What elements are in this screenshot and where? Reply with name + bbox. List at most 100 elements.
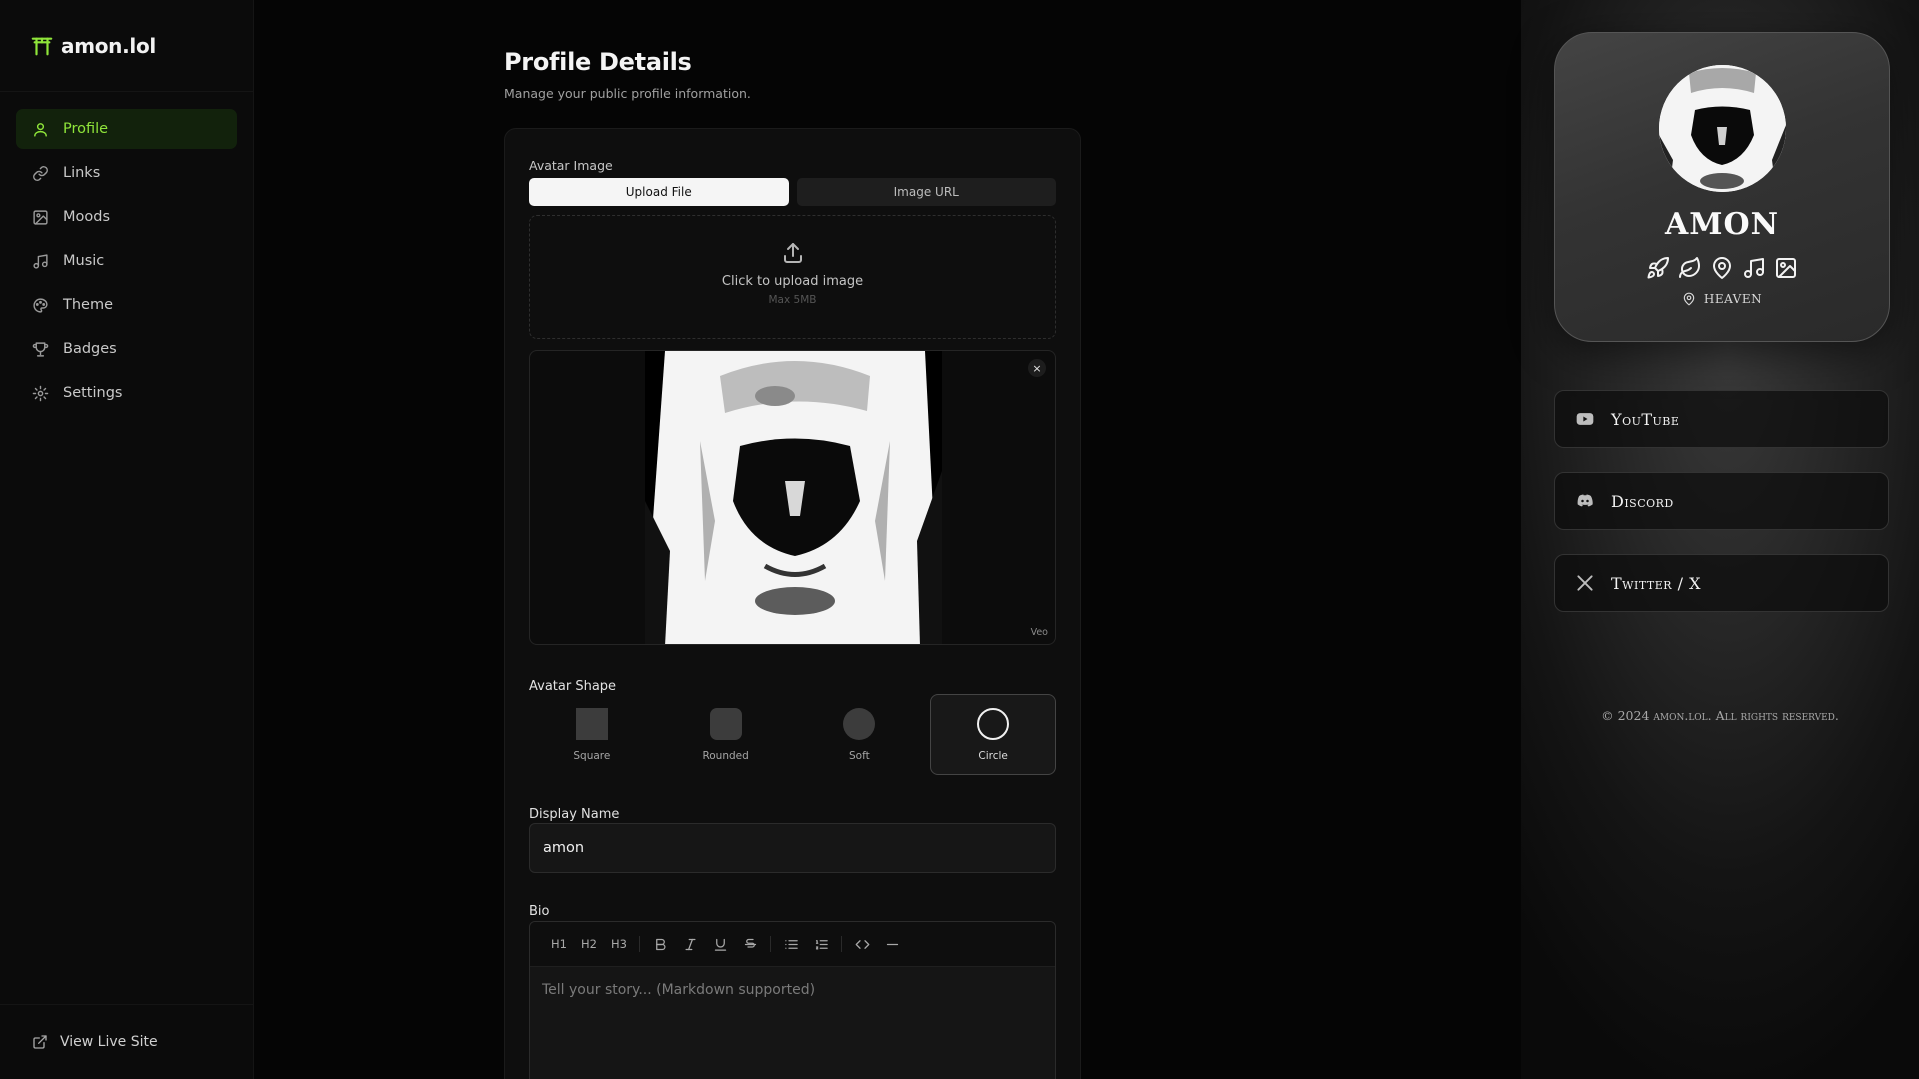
display-name-input[interactable]: amon — [529, 823, 1056, 873]
sidebar-item-label: Profile — [63, 121, 109, 137]
shape-option-label: Soft — [849, 750, 870, 762]
avatar-source-toggle: Upload File Image URL — [529, 178, 1056, 206]
image-url-tab[interactable]: Image URL — [796, 178, 1056, 206]
external-link-icon — [33, 1035, 47, 1049]
avatar-shape-label: Avatar Shape — [529, 679, 617, 694]
palette-icon — [33, 297, 48, 313]
upload-prompt: Click to upload image — [721, 274, 864, 289]
profile-card: AMON HEAVEN — [1554, 32, 1890, 342]
sidebar-item-label: Links — [63, 165, 101, 181]
sidebar-item-profile[interactable]: Profile — [16, 109, 237, 149]
profile-details-card: Avatar Image Upload File Image URL Click… — [504, 128, 1081, 1079]
avatar-shape-selector: Square Rounded Soft Circle — [529, 694, 1056, 775]
underline-icon — [714, 938, 726, 951]
square-shape-swatch — [575, 708, 608, 740]
avatar-image-label: Avatar Image — [529, 158, 613, 173]
view-live-site-link[interactable]: View Live Site — [0, 1004, 254, 1079]
youtube-link-button[interactable]: YouTube — [1554, 390, 1889, 448]
sidebar-item-links[interactable]: Links — [16, 153, 237, 193]
upload-file-tab[interactable]: Upload File — [529, 178, 789, 206]
heading-1-button[interactable]: H1 — [544, 930, 574, 958]
sidebar-item-settings[interactable]: Settings — [16, 373, 237, 413]
bold-button[interactable] — [645, 930, 675, 958]
remove-avatar-button[interactable]: × — [1028, 359, 1046, 377]
discord-icon — [1577, 494, 1593, 507]
copyright-text: © 2024 amon.lol. All rights reserved. — [1601, 708, 1839, 723]
music-icon[interactable] — [1742, 256, 1766, 280]
bold-icon — [655, 938, 665, 950]
page-subtitle: Manage your public profile information. — [504, 86, 751, 101]
view-live-site-label: View Live Site — [60, 1034, 158, 1050]
link-label: Discord — [1611, 491, 1674, 511]
shape-option-circle[interactable]: Circle — [930, 694, 1056, 775]
avatar-preview: × Veo — [529, 350, 1056, 645]
soft-shape-swatch — [843, 708, 876, 740]
toolbar-divider — [841, 936, 842, 952]
profile-badges — [1555, 256, 1889, 280]
trophy-icon — [32, 341, 49, 357]
bio-toolbar: H1 H2 H3 — [530, 922, 1055, 967]
user-icon — [34, 122, 47, 137]
profile-avatar — [1659, 65, 1786, 192]
profile-location-text: HEAVEN — [1703, 292, 1763, 306]
heading-3-button[interactable]: H3 — [604, 930, 634, 958]
strikethrough-button[interactable] — [735, 930, 765, 958]
bio-input[interactable]: Tell your story... (Markdown supported) — [530, 967, 1055, 1013]
horizontal-rule-button[interactable] — [877, 930, 907, 958]
leaf-icon[interactable] — [1678, 256, 1702, 280]
x-icon — [1577, 575, 1593, 591]
main-content: Profile Details Manage your public profi… — [255, 0, 1521, 1079]
shape-option-label: Rounded — [702, 750, 749, 762]
link-label: YouTube — [1611, 409, 1680, 429]
brand[interactable]: amon.lol — [0, 0, 253, 92]
shape-option-rounded[interactable]: Rounded — [663, 694, 789, 775]
italic-button[interactable] — [675, 930, 705, 958]
map-pin-icon — [1683, 292, 1695, 306]
rocket-icon[interactable] — [1646, 256, 1670, 280]
sidebar: amon.lol Profile Links Moods Music Theme… — [0, 0, 254, 1079]
code-button[interactable] — [847, 930, 877, 958]
youtube-icon — [1576, 413, 1594, 425]
music-icon — [33, 253, 48, 269]
sidebar-item-label: Moods — [63, 209, 111, 225]
rounded-shape-swatch — [709, 708, 742, 740]
bio-editor: H1 H2 H3 Tell your story... (Markdown su… — [529, 921, 1056, 1079]
map-pin-icon[interactable] — [1710, 256, 1734, 280]
avatar-preview-image — [645, 351, 942, 644]
ordered-list-icon — [815, 939, 828, 949]
shape-option-label: Square — [573, 750, 611, 762]
shape-option-label: Circle — [978, 750, 1008, 762]
circle-shape-swatch — [977, 708, 1010, 740]
sidebar-item-label: Settings — [63, 385, 123, 401]
avatar-upload-dropzone[interactable]: Click to upload image Max 5MB — [529, 215, 1056, 339]
toolbar-divider — [639, 936, 640, 952]
bio-label: Bio — [529, 904, 550, 919]
heading-2-button[interactable]: H2 — [574, 930, 604, 958]
shape-option-square[interactable]: Square — [529, 694, 655, 775]
horizontal-rule-icon — [886, 943, 898, 945]
bullet-list-button[interactable] — [776, 930, 806, 958]
profile-name: AMON — [1664, 207, 1780, 242]
sidebar-item-badges[interactable]: Badges — [16, 329, 237, 369]
twitter-link-button[interactable]: Twitter / X — [1554, 554, 1889, 612]
shape-option-soft[interactable]: Soft — [797, 694, 923, 775]
sidebar-item-music[interactable]: Music — [16, 241, 237, 281]
link-label: Twitter / X — [1611, 573, 1701, 593]
torii-gate-icon — [31, 37, 53, 55]
page-title: Profile Details — [504, 48, 692, 76]
gear-icon — [32, 385, 49, 401]
underline-button[interactable] — [705, 930, 735, 958]
ordered-list-button[interactable] — [806, 930, 836, 958]
image-watermark: Veo — [1030, 627, 1048, 638]
sidebar-item-label: Theme — [63, 297, 114, 313]
image-icon[interactable] — [1774, 256, 1798, 280]
bullet-list-icon — [784, 939, 798, 949]
code-icon — [855, 939, 869, 949]
italic-icon — [685, 938, 695, 950]
display-name-label: Display Name — [529, 807, 620, 822]
brand-name: amon.lol — [61, 33, 156, 58]
sidebar-item-theme[interactable]: Theme — [16, 285, 237, 325]
discord-link-button[interactable]: Discord — [1554, 472, 1889, 530]
sidebar-item-moods[interactable]: Moods — [16, 197, 237, 237]
sidebar-item-label: Music — [63, 253, 105, 269]
